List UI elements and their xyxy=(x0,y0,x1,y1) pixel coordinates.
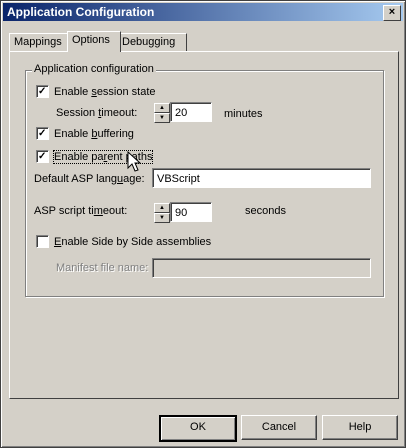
session-timeout-unit: minutes xyxy=(224,108,263,120)
script-timeout-spinner[interactable]: ▲ ▼ xyxy=(154,203,170,223)
spin-up-icon[interactable]: ▲ xyxy=(154,103,170,113)
check-mark-icon: ✓ xyxy=(38,128,47,139)
help-button[interactable]: Help xyxy=(322,415,398,440)
mouse-pointer-icon xyxy=(127,151,142,172)
spin-up-icon[interactable]: ▲ xyxy=(154,203,170,213)
window-title: Application Configuration xyxy=(7,5,155,19)
default-asp-language-input[interactable]: VBScript xyxy=(152,168,371,188)
check-mark-icon: ✓ xyxy=(38,86,47,97)
enable-session-state-label: Enable session state xyxy=(54,85,156,98)
enable-side-by-side-label: Enable Side by Side assemblies xyxy=(54,235,212,248)
script-timeout-input[interactable]: 90 xyxy=(170,202,212,222)
enable-buffering-label: Enable buffering xyxy=(54,127,134,140)
checkbox-box xyxy=(36,235,49,248)
tab-options[interactable]: Options xyxy=(67,31,121,52)
options-panel: Application configuration ✓ Enable sessi… xyxy=(9,51,399,399)
tab-debugging[interactable]: Debugging xyxy=(117,33,187,51)
title-bar: Application Configuration × xyxy=(3,3,403,21)
session-timeout-input[interactable]: 20 xyxy=(170,102,212,122)
check-mark-icon: ✓ xyxy=(38,151,47,162)
checkbox-box: ✓ xyxy=(36,127,49,140)
enable-side-by-side-checkbox[interactable]: Enable Side by Side assemblies xyxy=(36,235,211,248)
script-timeout-unit: seconds xyxy=(245,205,286,217)
spin-down-icon[interactable]: ▼ xyxy=(154,113,170,123)
spin-down-icon[interactable]: ▼ xyxy=(154,213,170,223)
checkbox-box: ✓ xyxy=(36,150,49,163)
checkbox-box: ✓ xyxy=(36,85,49,98)
ok-button[interactable]: OK xyxy=(159,415,237,442)
manifest-file-name-label: Manifest file name: xyxy=(56,262,149,274)
enable-buffering-checkbox[interactable]: ✓ Enable buffering xyxy=(36,127,134,140)
asp-script-timeout-label: ASP script timeout: xyxy=(34,205,128,217)
cancel-button[interactable]: Cancel xyxy=(241,415,317,440)
tab-mappings[interactable]: Mappings xyxy=(9,33,71,51)
enable-session-state-checkbox[interactable]: ✓ Enable session state xyxy=(36,85,156,98)
application-configuration-dialog: Application Configuration × Mappings Opt… xyxy=(0,0,406,448)
default-asp-language-label: Default ASP language: xyxy=(34,173,145,185)
session-timeout-spinner[interactable]: ▲ ▼ xyxy=(154,103,170,123)
group-label: Application configuration xyxy=(32,63,156,75)
close-button[interactable]: × xyxy=(383,5,401,21)
session-timeout-label: Session timeout: xyxy=(56,107,138,119)
manifest-file-name-input[interactable] xyxy=(152,258,371,278)
